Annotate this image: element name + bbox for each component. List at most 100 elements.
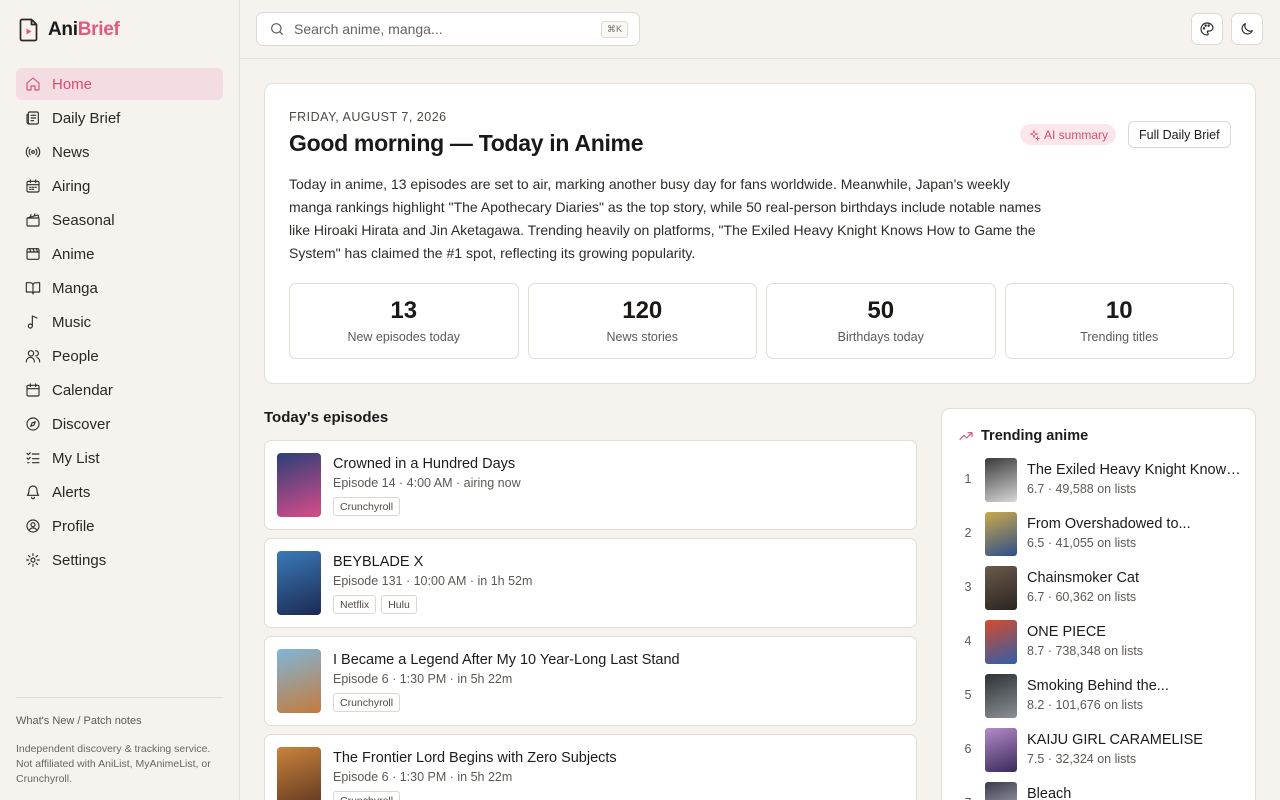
calendar-clock-icon — [26, 179, 40, 193]
episode-meta: Episode 14 · 4:00 AM · airing now — [333, 476, 521, 490]
trending-item-meta: 8.2 · 101,676 on lists — [1027, 698, 1144, 712]
calendar-icon — [26, 383, 40, 397]
episode-card[interactable]: The Frontier Lord Begins with Zero Subje… — [264, 734, 917, 800]
sidebar-item-my-list[interactable]: My List — [16, 442, 223, 474]
trending-rank: 3 — [964, 580, 972, 594]
sidebar-item-label: Discover — [52, 415, 111, 433]
radio-icon — [25, 146, 41, 158]
trending-item[interactable]: 2 From Overshadowed to... 6.5 · 41,055 o… — [942, 511, 1255, 557]
trending-poster — [985, 620, 1017, 664]
sidebar-item-profile[interactable]: Profile — [16, 510, 223, 542]
sidebar-item-anime[interactable]: Anime — [16, 238, 223, 270]
trending-item-title: Bleach — [1027, 786, 1072, 800]
platform-tags: Crunchyroll — [333, 693, 401, 712]
episode-card[interactable]: Crowned in a Hundred Days Episode 14 · 4… — [264, 440, 917, 530]
trending-rank: 1 — [964, 472, 972, 486]
trending-item[interactable]: 7 Bleach — [942, 781, 1255, 800]
trending-item-title: The Exiled Heavy Knight Knows... — [1027, 462, 1245, 478]
sidebar-item-airing[interactable]: Airing — [16, 170, 223, 202]
trending-item-title: Smoking Behind the... — [1027, 678, 1169, 694]
users-icon — [25, 350, 41, 363]
stat-value: 13 — [390, 297, 418, 324]
disclaimer: Independent discovery & tracking service… — [16, 743, 211, 785]
search-box[interactable]: ⌘K — [256, 12, 640, 46]
trending-rank: 6 — [964, 742, 972, 756]
sidebar-item-label: News — [52, 143, 90, 161]
sidebar-footer: What's New / Patch notes Independent dis… — [16, 697, 223, 787]
music-note-icon — [27, 315, 38, 329]
dark-mode-toggle[interactable] — [1231, 13, 1263, 45]
sidebar-item-settings[interactable]: Settings — [16, 544, 223, 576]
trending-item[interactable]: 6 KAIJU GIRL CARAMELISE 7.5 · 32,324 on … — [942, 727, 1255, 773]
episode-title: I Became a Legend After My 10 Year-Long … — [333, 652, 680, 668]
theme-palette-button[interactable] — [1191, 13, 1223, 45]
sidebar-item-label: People — [52, 347, 99, 365]
sidebar-item-manga[interactable]: Manga — [16, 272, 223, 304]
book-open-icon — [25, 282, 41, 295]
stat-card-birthdays[interactable]: 50 Birthdays today — [766, 283, 996, 359]
trending-item-meta: 8.7 · 738,348 on lists — [1027, 644, 1144, 658]
platform-tag[interactable]: Hulu — [381, 595, 417, 614]
trending-item-meta: 6.5 · 41,055 on lists — [1027, 536, 1137, 550]
sidebar-item-label: My List — [52, 449, 100, 467]
platform-tags: Crunchyroll — [333, 791, 401, 800]
sidebar-item-label: Music — [52, 313, 92, 331]
platform-tag[interactable]: Crunchyroll — [333, 693, 401, 712]
sidebar-item-news[interactable]: News — [16, 136, 223, 168]
stat-card-trending[interactable]: 10 Trending titles — [1004, 283, 1234, 359]
trending-poster — [985, 782, 1017, 800]
trending-item[interactable]: 1 The Exiled Heavy Knight Knows... 6.7 ·… — [942, 457, 1255, 503]
sidebar-item-discover[interactable]: Discover — [16, 408, 223, 440]
sidebar-item-daily-brief[interactable]: Daily Brief — [16, 102, 223, 134]
sidebar-item-seasonal[interactable]: Seasonal — [16, 204, 223, 236]
platform-tag[interactable]: Netflix — [333, 595, 377, 614]
trending-poster — [985, 512, 1017, 556]
sparkle-icon — [1029, 128, 1040, 141]
episode-card[interactable]: BEYBLADE X Episode 131 · 10:00 AM · in 1… — [264, 538, 917, 628]
list-checks-icon — [26, 452, 40, 464]
full-daily-brief-button[interactable]: Full Daily Brief — [1128, 121, 1231, 148]
stat-label: New episodes today — [347, 330, 461, 344]
trending-header: Trending anime — [958, 428, 1088, 444]
sidebar-item-label: Calendar — [52, 381, 113, 399]
stat-value: 50 — [867, 297, 895, 324]
sidebar-item-home[interactable]: Home — [16, 68, 223, 100]
trending-item[interactable]: 5 Smoking Behind the... 8.2 · 101,676 on… — [942, 673, 1255, 719]
sidebar-item-label: Airing — [52, 177, 91, 195]
episode-meta: Episode 131 · 10:00 AM · in 1h 52m — [333, 574, 533, 588]
trending-poster — [985, 458, 1017, 502]
stat-card-episodes[interactable]: 13 New episodes today — [289, 283, 519, 359]
stat-card-news[interactable]: 120 News stories — [527, 283, 757, 359]
sidebar-item-label: Settings — [52, 551, 107, 569]
sidebar-item-label: Alerts — [52, 483, 91, 501]
sidebar-item-people[interactable]: People — [16, 340, 223, 372]
stats-row: 13 New episodes today 120 News stories 5… — [289, 283, 1234, 359]
trending-poster — [985, 566, 1017, 610]
brand[interactable]: AniBrief — [19, 18, 120, 42]
stat-value: 120 — [622, 297, 663, 324]
episode-title: The Frontier Lord Begins with Zero Subje… — [333, 750, 617, 766]
sidebar-item-calendar[interactable]: Calendar — [16, 374, 223, 406]
sidebar-item-label: Daily Brief — [52, 109, 121, 127]
sidebar-item-label: Seasonal — [52, 211, 115, 229]
platform-tag[interactable]: Crunchyroll — [333, 497, 401, 516]
sidebar-item-label: Profile — [52, 517, 95, 535]
trending-item-title: ONE PIECE — [1027, 624, 1106, 640]
sidebar-item-music[interactable]: Music — [16, 306, 223, 338]
compass-icon — [26, 417, 40, 431]
episode-poster — [277, 551, 321, 615]
patch-notes-link[interactable]: What's New / Patch notes — [16, 715, 223, 727]
search-input[interactable] — [294, 21, 594, 37]
top-header: ⌘K — [240, 0, 1280, 59]
sidebar-item-alerts[interactable]: Alerts — [16, 476, 223, 508]
trending-poster — [985, 728, 1017, 772]
trending-item[interactable]: 4 ONE PIECE 8.7 · 738,348 on lists — [942, 619, 1255, 665]
platform-tags: Crunchyroll — [333, 497, 401, 516]
trending-rank: 5 — [964, 688, 972, 702]
moon-icon — [1241, 23, 1253, 35]
daily-brief-card: FRIDAY, AUGUST 7, 2026 Good morning — To… — [264, 83, 1256, 384]
platform-tag[interactable]: Crunchyroll — [333, 791, 401, 800]
trending-up-icon — [959, 432, 973, 440]
trending-item[interactable]: 3 Chainsmoker Cat 6.7 · 60,362 on lists — [942, 565, 1255, 611]
episode-card[interactable]: I Became a Legend After My 10 Year-Long … — [264, 636, 917, 726]
